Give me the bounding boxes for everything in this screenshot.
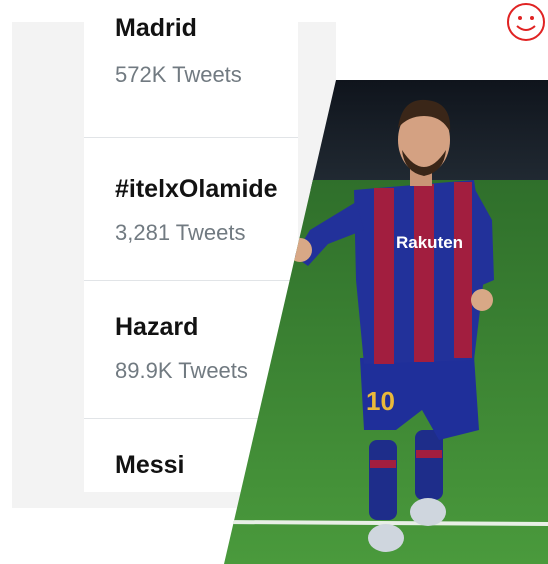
trend-name: Madrid [115,14,197,42]
trend-tweet-count: 572K Tweets [115,62,242,87]
trend-item-madrid[interactable]: Madrid 572K Tweets [84,0,298,138]
trend-item-itelxolamide[interactable]: #itelxOlamide 3,281 Tweets [84,143,298,281]
shirt-sponsor: Rakuten [396,233,463,252]
shirt-stripe [374,188,394,364]
smiley-icon [507,3,545,41]
right-sock [415,430,443,500]
shorts-number: 10 [366,386,395,416]
trend-name: Messi [115,451,185,479]
shirt-stripe [414,184,434,362]
left-boot [368,524,404,552]
shirt-stripe [454,182,472,358]
right-hand [471,289,493,311]
pitch-line [224,520,548,526]
trend-name: #itelxOlamide [115,175,278,203]
left-sock [369,440,397,520]
trend-tweet-count: 3,281 Tweets [115,220,246,245]
trend-tweet-count: 89.9K Tweets [115,358,248,383]
sock-stripe [370,460,396,468]
right-boot [410,498,446,526]
trend-name: Hazard [115,313,199,341]
sock-stripe [416,450,442,458]
